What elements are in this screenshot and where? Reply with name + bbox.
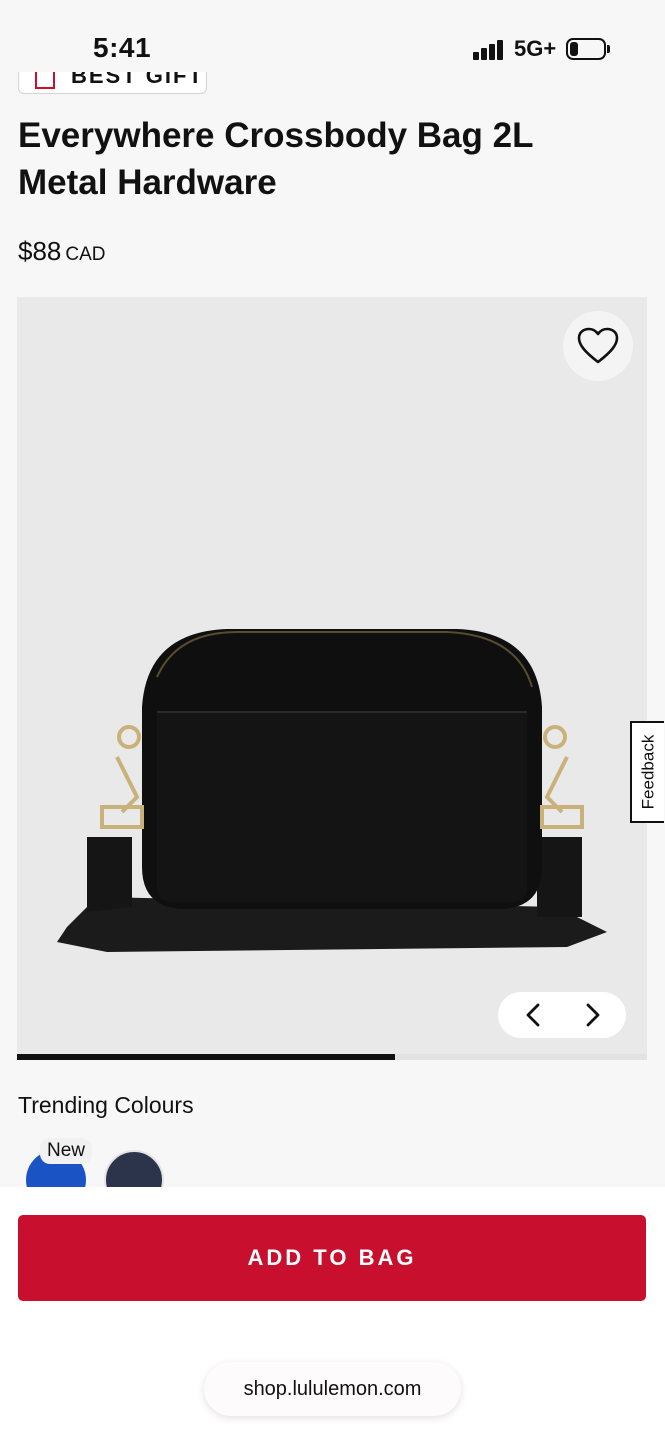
feedback-tab[interactable]: Feedback <box>630 721 664 823</box>
trending-colours-heading: Trending Colours <box>18 1092 194 1118</box>
new-tag: New <box>40 1138 93 1164</box>
carousel-progress-fill <box>17 1054 395 1060</box>
colour-swatch-navy[interactable] <box>104 1150 164 1187</box>
previous-image-button[interactable] <box>518 1000 548 1030</box>
browser-url-bar[interactable]: shop.lululemon.com <box>204 1362 461 1416</box>
product-title: Everywhere Crossbody Bag 2L Metal Hardwa… <box>18 116 533 202</box>
next-image-button[interactable] <box>578 1000 608 1030</box>
url-text: shop.lululemon.com <box>243 1377 422 1400</box>
heart-outline-icon <box>577 327 619 364</box>
product-image <box>57 629 607 952</box>
price-value: $88 <box>18 236 62 266</box>
carousel-progress-bar <box>17 1054 647 1060</box>
feedback-label: Feedback <box>638 734 658 810</box>
signal-strength-icon <box>473 40 507 60</box>
chevron-left-icon <box>526 1003 540 1027</box>
product-image-carousel[interactable] <box>17 297 647 1060</box>
wishlist-button[interactable] <box>563 311 633 381</box>
battery-icon <box>566 38 606 60</box>
price-currency: CAD <box>65 244 106 265</box>
product-price: $88 CAD <box>18 236 106 267</box>
status-bar: 5:41 5G+ <box>0 0 665 72</box>
gift-icon <box>35 71 55 89</box>
carousel-nav <box>498 992 626 1038</box>
chevron-right-icon <box>586 1003 600 1027</box>
add-to-bag-button[interactable]: ADD TO BAG <box>18 1215 646 1301</box>
network-type: 5G+ <box>514 36 557 61</box>
colour-swatch-list: New <box>0 1130 665 1187</box>
bottom-panel: ADD TO BAG shop.lululemon.com <box>0 1187 665 1440</box>
status-time: 5:41 <box>93 32 152 63</box>
